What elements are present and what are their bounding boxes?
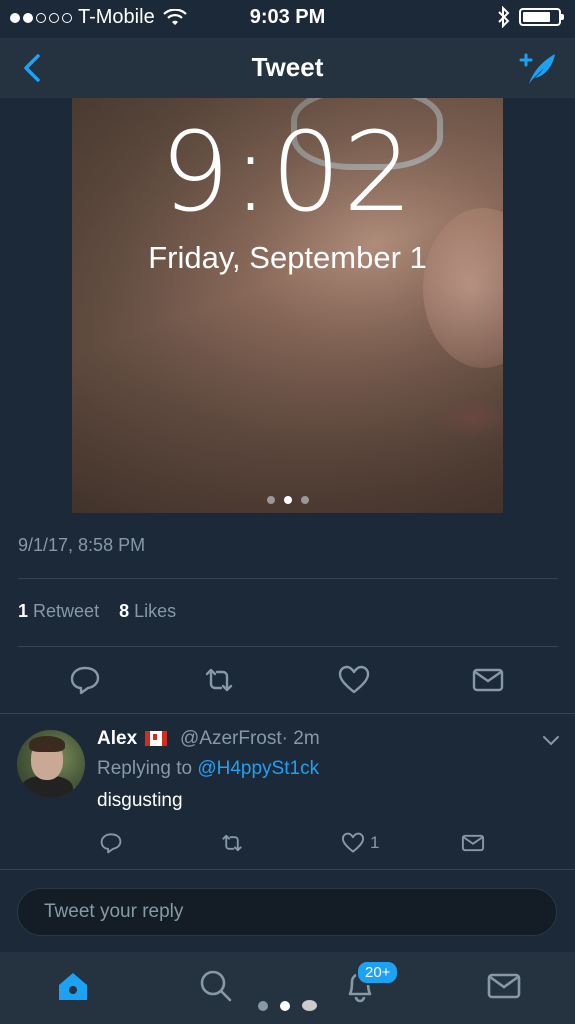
reply-composer [0, 872, 575, 952]
replying-to-link[interactable]: @H4ppySt1ck [197, 758, 319, 779]
status-right [497, 6, 564, 28]
tweet-actions [0, 662, 575, 698]
page-title: Tweet [251, 52, 324, 82]
likes-count: 8 [119, 601, 130, 621]
divider [0, 869, 575, 870]
notifications-badge: 20+ [356, 960, 400, 985]
retweet-count: 1 [18, 601, 29, 621]
tweet-stats[interactable]: 1 Retweet 8 Likes [18, 601, 176, 622]
reply-author-handle: @AzerFrost· 2m [180, 728, 320, 749]
reply-like-button[interactable]: 1 [340, 830, 379, 856]
reply-dm-button[interactable] [460, 830, 486, 856]
tab-bar: 20+ [0, 952, 575, 1024]
replying-to: Replying to @H4ppySt1ck [97, 758, 320, 779]
likes-label: Likes [134, 601, 177, 621]
lockscreen-page-indicator [72, 496, 503, 504]
tweet-reply-input[interactable] [17, 888, 557, 936]
avatar[interactable] [17, 730, 85, 798]
battery-icon [519, 8, 564, 26]
like-heart-icon[interactable] [336, 662, 372, 698]
bluetooth-icon [498, 6, 510, 28]
reply-retweet-button[interactable] [218, 830, 246, 856]
camera-icon [300, 496, 309, 504]
tweet-timestamp: 9/1/17, 8:58 PM [18, 535, 146, 555]
retweet-icon [222, 834, 242, 852]
divider [18, 578, 558, 579]
status-bar: T-Mobile 9:03 PM [0, 0, 575, 38]
reply-icon [100, 833, 122, 854]
retweet-icon[interactable] [201, 662, 237, 698]
lockscreen-date: Friday, September 1 [148, 240, 427, 275]
tweet-media-image[interactable]: 9:02 Friday, September 1 [72, 98, 503, 513]
nav-bar: Tweet [0, 38, 575, 98]
lockscreen-time: 9:02 [159, 108, 416, 236]
reply-reply-button[interactable] [98, 830, 124, 856]
retweet-label: Retweet [33, 601, 100, 621]
like-heart-icon [341, 832, 365, 853]
chevron-down-icon[interactable] [541, 730, 561, 750]
direct-message-icon [461, 834, 485, 852]
divider [0, 713, 575, 714]
reply-author-name[interactable]: Alex [97, 728, 137, 750]
direct-message-icon[interactable] [470, 662, 506, 698]
canada-flag-icon [145, 731, 167, 746]
compose-tweet-icon[interactable] [515, 46, 559, 90]
reply-like-count: 1 [370, 833, 380, 852]
reply-icon[interactable] [67, 662, 103, 698]
page-indicator [0, 1000, 575, 1011]
reply-tweet[interactable]: Alex @AzerFrost· 2m Replying to @H4ppySt… [0, 715, 575, 867]
camera-icon [302, 1000, 317, 1011]
reply-text: disgusting [97, 790, 183, 811]
reply-actions: 1 [0, 830, 575, 856]
status-time: 9:03 PM [249, 6, 326, 28]
divider [18, 646, 558, 647]
